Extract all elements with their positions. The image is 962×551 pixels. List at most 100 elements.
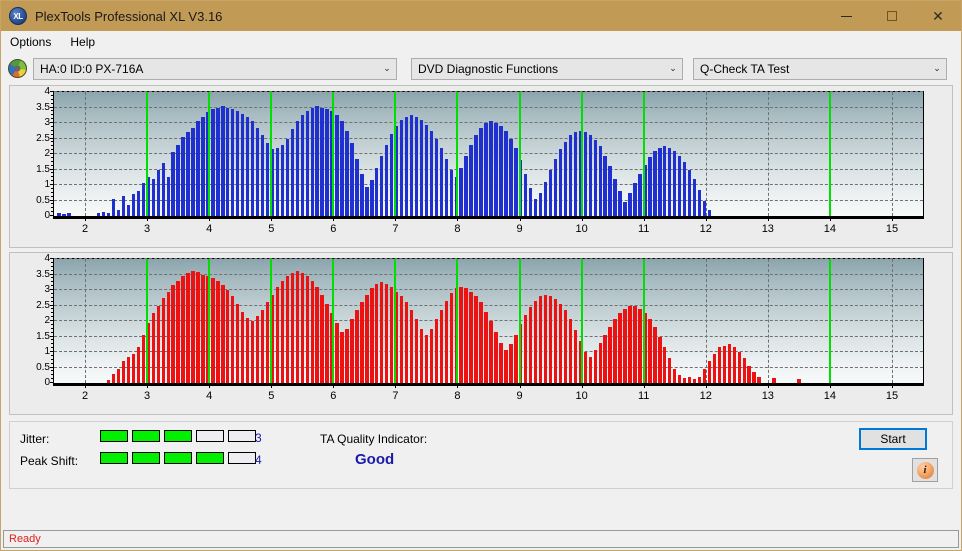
y-axis-tick-label: 3.5 xyxy=(36,268,50,280)
jitter-meter xyxy=(100,430,256,442)
x-axis-minor-tick xyxy=(457,383,459,386)
charts-area: 0 0.5 1 1.5 2 2.5 3 3.5 4 2 3 4 5 6 7 8 9 10 11 12 13 14 15 00… xyxy=(1,85,961,419)
x-axis-minor-tick xyxy=(767,383,769,386)
chart-bar xyxy=(712,353,717,383)
chart-bar xyxy=(265,143,270,216)
chart-bar xyxy=(638,174,642,216)
x-axis-minor-tick xyxy=(798,216,800,219)
chart-bar xyxy=(529,307,533,383)
chart-bar xyxy=(633,183,637,216)
app-window: XL PlexTools Professional XL V3.16 ✕ Opt… xyxy=(0,0,962,551)
test-select[interactable]: Q-Check TA Test ⌄ xyxy=(693,57,947,80)
chart-bar xyxy=(702,200,707,216)
x-axis-minor-tick xyxy=(426,216,428,219)
chart-bar xyxy=(514,147,518,216)
x-axis-minor-tick xyxy=(441,383,443,386)
x-axis-tick-label: 2 xyxy=(81,390,89,402)
chart-bar xyxy=(166,291,170,383)
y-axis-minor-tick xyxy=(51,354,54,356)
chevron-down-icon: ⌄ xyxy=(933,63,941,73)
x-axis-tick-label: 15 xyxy=(885,390,899,402)
menu-item-help[interactable]: Help xyxy=(68,33,104,51)
chart-bar xyxy=(648,157,652,216)
jitter-value: 3 xyxy=(255,431,262,445)
y-axis-minor-tick xyxy=(51,351,54,352)
x-axis-minor-tick xyxy=(379,383,381,386)
x-axis-tick-label: 5 xyxy=(268,390,275,402)
chart-bar xyxy=(548,296,553,383)
chart-bar xyxy=(221,105,225,216)
x-axis-minor-tick xyxy=(752,383,754,386)
x-axis-minor-tick xyxy=(302,383,304,386)
start-button[interactable]: Start xyxy=(859,428,927,450)
x-axis-minor-tick xyxy=(54,216,55,219)
chart-bar xyxy=(62,213,66,216)
y-axis-minor-tick xyxy=(51,102,54,104)
chart-bar xyxy=(563,310,568,383)
track-marker xyxy=(580,92,583,216)
x-axis-minor-tick xyxy=(628,383,630,386)
y-axis-tick-label: 1.5 xyxy=(36,330,50,342)
y-axis-tick-label: 3 xyxy=(44,284,50,295)
chart-bar xyxy=(245,317,250,383)
chart-bar xyxy=(320,294,324,383)
minimize-button[interactable] xyxy=(823,1,869,31)
y-axis-minor-tick xyxy=(51,184,54,185)
chart-bar xyxy=(380,282,384,383)
chart-bar xyxy=(216,280,220,383)
chart-bar xyxy=(732,347,736,383)
x-axis-tick-label: 10 xyxy=(575,223,588,235)
chart-bar xyxy=(663,146,667,216)
chart-bar xyxy=(240,311,245,383)
x-axis-minor-tick xyxy=(271,216,273,219)
chart-bar xyxy=(633,305,637,383)
chart-bar xyxy=(598,146,602,216)
chart-bar xyxy=(226,107,230,216)
meter-segment xyxy=(132,430,160,442)
chart-bar xyxy=(240,113,245,216)
info-button[interactable]: i xyxy=(912,458,938,482)
chart-bar xyxy=(444,300,448,383)
y-axis-minor-tick xyxy=(51,366,54,368)
chart-bar xyxy=(469,291,473,383)
track-marker xyxy=(146,259,149,383)
function-select[interactable]: DVD Diagnostic Functions ⌄ xyxy=(411,57,683,80)
chart-bar xyxy=(365,186,369,216)
menu-item-options[interactable]: Options xyxy=(8,33,60,51)
results-panel: Jitter: 3 Peak Shift: 4 TA Quality Indic… xyxy=(9,421,953,489)
x-axis-minor-tick xyxy=(519,383,521,386)
chart-bar xyxy=(653,150,657,216)
chart-bar xyxy=(310,280,314,383)
x-axis-tick-label: 13 xyxy=(761,390,774,402)
x-axis-minor-tick xyxy=(767,216,769,219)
chart-bar xyxy=(300,115,304,216)
x-axis-tick-label: 12 xyxy=(699,223,712,235)
y-axis-minor-tick xyxy=(51,265,54,267)
chart-bar xyxy=(668,147,672,216)
chart-bar xyxy=(211,277,215,383)
chart-bar xyxy=(673,369,677,383)
chart-bar xyxy=(618,313,622,383)
chart-bar xyxy=(449,293,453,383)
x-axis-tick-label: 13 xyxy=(761,223,774,235)
chart-bar xyxy=(504,130,508,216)
y-axis-minor-tick xyxy=(51,320,54,321)
maximize-button[interactable] xyxy=(869,1,915,31)
chart-bar xyxy=(216,107,220,216)
title-bar: XL PlexTools Professional XL V3.16 ✕ xyxy=(1,1,961,31)
close-button[interactable]: ✕ xyxy=(915,1,961,31)
info-icon: i xyxy=(916,461,934,479)
chart-bar xyxy=(603,334,607,383)
drive-select[interactable]: HA:0 ID:0 PX-716A ⌄ xyxy=(33,57,397,80)
track-marker xyxy=(208,92,211,216)
chart-bar xyxy=(121,361,126,383)
chart-bar xyxy=(375,167,379,216)
chart-bar xyxy=(692,178,697,216)
x-axis-tick-label: 8 xyxy=(454,390,461,402)
x-axis-minor-tick xyxy=(876,383,878,386)
chart-bar xyxy=(752,372,756,383)
x-axis-tick-label: 15 xyxy=(885,223,899,235)
chart-bar xyxy=(211,109,215,216)
x-axis-minor-tick xyxy=(488,216,490,219)
x-axis-tick-label: 7 xyxy=(392,223,399,235)
